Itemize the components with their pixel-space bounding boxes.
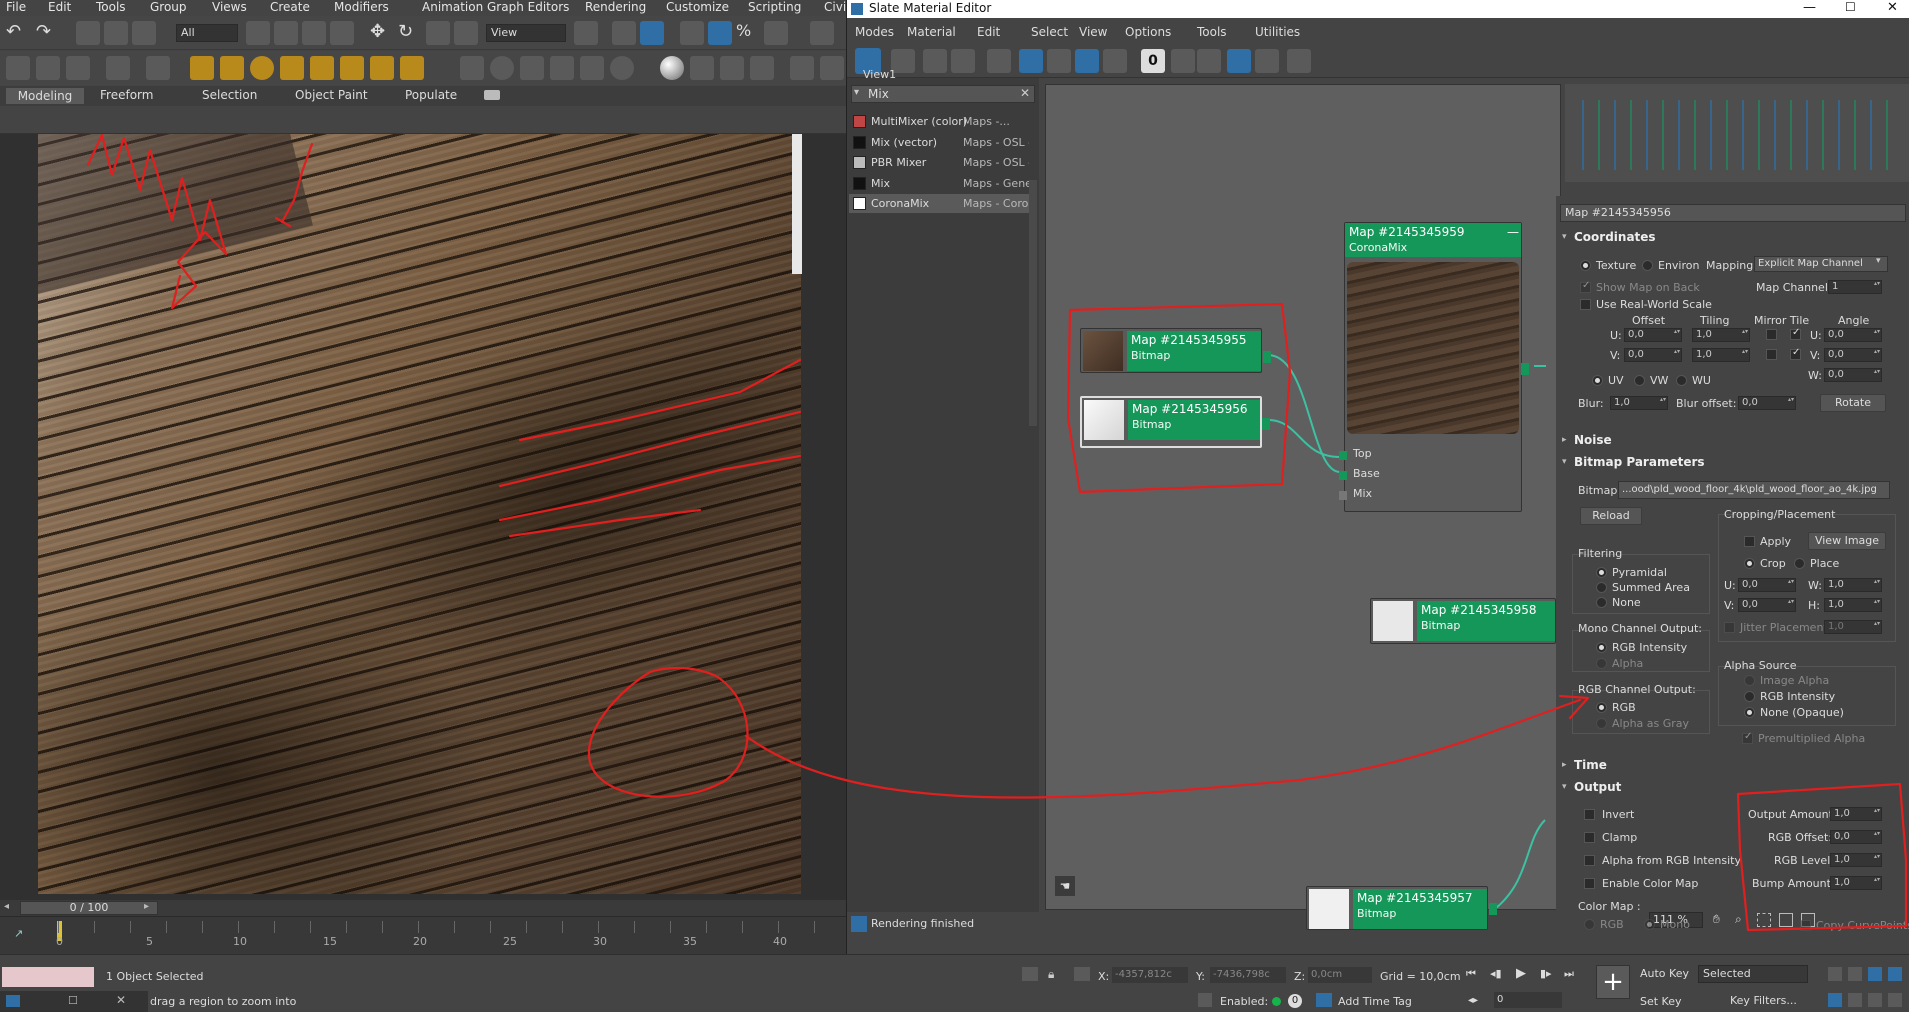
box-output-values	[1736, 782, 1908, 932]
red-annotations	[86, 133, 1908, 932]
circle-highlight	[587, 666, 749, 798]
scribble-check	[274, 142, 314, 228]
box-node-group	[1066, 302, 1292, 494]
arrow-to-rgb	[744, 698, 1582, 799]
streak-lines	[498, 358, 802, 538]
scribble-zigzag	[86, 133, 228, 310]
arrow-head	[1558, 694, 1590, 720]
